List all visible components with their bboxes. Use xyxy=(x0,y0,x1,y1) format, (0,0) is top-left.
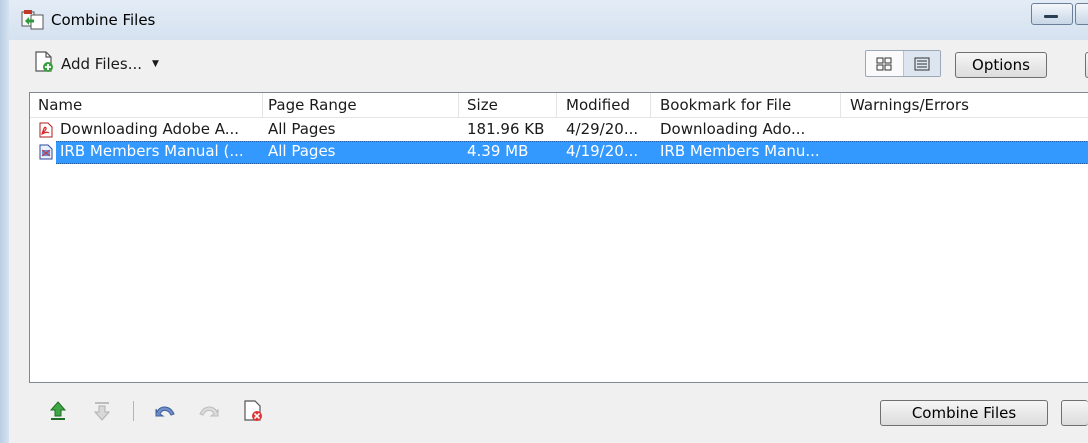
add-file-icon xyxy=(33,51,55,77)
column-header-size[interactable]: Size xyxy=(467,96,498,114)
move-up-icon[interactable] xyxy=(45,398,71,424)
title-bar[interactable]: Combine Files xyxy=(9,0,1088,40)
list-view-icon[interactable] xyxy=(902,51,940,76)
file-size: 181.96 KB xyxy=(467,120,545,138)
page-range[interactable]: All Pages xyxy=(268,120,336,138)
window-title: Combine Files xyxy=(51,11,156,29)
minimize-button[interactable] xyxy=(1031,3,1073,25)
column-header-warnings[interactable]: Warnings/Errors xyxy=(850,96,969,114)
view-toggle[interactable] xyxy=(865,50,941,77)
move-down-icon[interactable] xyxy=(89,398,115,424)
modified-date: 4/19/20... xyxy=(566,142,639,160)
file-size: 4.39 MB xyxy=(467,142,529,160)
bookmark-name[interactable]: IRB Members Manu... xyxy=(660,142,820,160)
column-header-modified[interactable]: Modified xyxy=(566,96,630,114)
table-row[interactable]: Downloading Adobe A... All Pages 181.96 … xyxy=(30,119,1088,140)
minimize-icon xyxy=(1044,15,1058,18)
options-button[interactable]: Options xyxy=(955,52,1047,78)
bookmark-name[interactable]: Downloading Ado... xyxy=(660,120,805,138)
file-name: IRB Members Manual (... xyxy=(60,142,244,160)
redo-icon[interactable] xyxy=(196,398,222,424)
add-files-button[interactable]: Add Files... ▼ xyxy=(33,51,159,77)
bottom-toolbar xyxy=(45,398,284,424)
column-header-page-range[interactable]: Page Range xyxy=(268,96,357,114)
column-separator[interactable] xyxy=(262,93,263,117)
toolbar-separator xyxy=(133,401,134,421)
maximize-button[interactable] xyxy=(1075,3,1088,25)
chevron-down-icon: ▼ xyxy=(152,59,159,69)
file-list[interactable]: Name Page Range Size Modified Bookmark f… xyxy=(29,92,1088,383)
file-name: Downloading Adobe A... xyxy=(60,120,240,138)
pdf-file-icon xyxy=(38,122,54,138)
cancel-button-partial[interactable] xyxy=(1061,400,1088,426)
column-separator[interactable] xyxy=(650,93,651,117)
add-files-label: Add Files... xyxy=(61,55,143,73)
thumbnail-view-icon[interactable] xyxy=(866,51,903,76)
column-header-name[interactable]: Name xyxy=(38,96,82,114)
dialog-client-area: Add Files... ▼ Options Name Page Range S… xyxy=(9,40,1088,443)
column-header-bookmark[interactable]: Bookmark for File xyxy=(660,96,791,114)
modified-date: 4/29/20... xyxy=(566,120,639,138)
page-range[interactable]: All Pages xyxy=(268,142,336,160)
combine-files-button[interactable]: Combine Files xyxy=(880,400,1048,426)
combine-files-icon xyxy=(21,9,45,31)
remove-file-icon[interactable] xyxy=(240,398,266,424)
undo-icon[interactable] xyxy=(152,398,178,424)
column-separator[interactable] xyxy=(458,93,459,117)
column-separator[interactable] xyxy=(840,93,841,117)
list-header: Name Page Range Size Modified Bookmark f… xyxy=(30,93,1088,118)
table-row[interactable]: IRB Members Manual (... All Pages 4.39 M… xyxy=(30,141,1088,164)
document-file-icon xyxy=(38,144,54,160)
column-separator[interactable] xyxy=(556,93,557,117)
window-frame-left xyxy=(0,0,9,443)
